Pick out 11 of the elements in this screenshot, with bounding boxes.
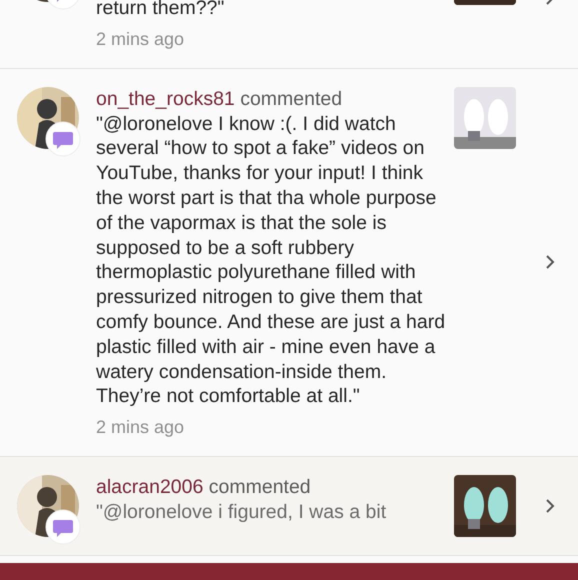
action-text: commented (240, 88, 342, 110)
username[interactable]: alacran2006 (96, 476, 204, 498)
timestamp: 2 mins ago (96, 28, 186, 50)
username[interactable]: on_the_rocks81 (96, 88, 235, 110)
comment-text: "@loronelove i figured, I was a bit (96, 500, 388, 525)
comment-text: "@loronelove I know :(. I did watch several “how to spot a fake” videos on YouTube, thanks for your input! I think the worst part is that tha whole purpose of the vapormax is that the sole is supposed to be a soft rubbery thermoplastic polyurethane filled with pressurized nitrogen to give them that comfy bounce. And these are just a hard plastic filled with air - mine even have a watery condensation-inside them. They’re not comfortable at all." (96, 112, 446, 410)
comment-text: return them??" (96, 0, 226, 21)
timestamp: 2 mins ago (96, 417, 186, 438)
notification-row[interactable]: return them??" 2 mins ago (0, 0, 578, 69)
action-text: commented (208, 476, 311, 498)
notification-row[interactable]: alacran2006 commented "@loronelove i figured, I was a bit (0, 457, 578, 556)
